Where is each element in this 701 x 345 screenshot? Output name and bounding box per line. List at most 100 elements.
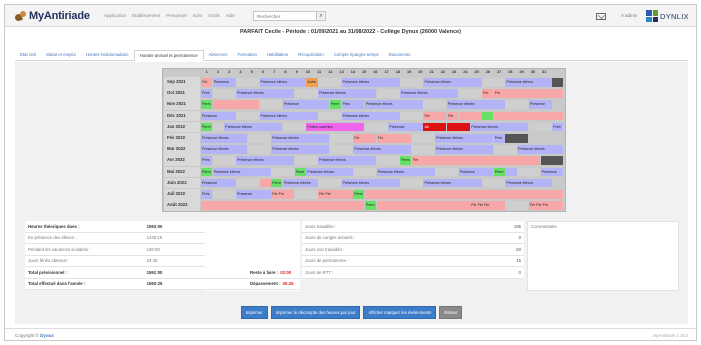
day-cell-weekend[interactable]	[294, 156, 318, 165]
search-input[interactable]: Rechercher	[253, 11, 325, 21]
day-cell-presence[interactable]: Présence	[236, 190, 271, 199]
tab-habilitation[interactable]: Habilitation	[262, 50, 293, 61]
tab-etat-civil[interactable]: Etat civil	[15, 50, 41, 61]
comment-field[interactable]: Commentaire	[527, 221, 679, 291]
afficher-marquer-les-v-nements-button[interactable]: Afficher marquer les événements	[363, 306, 437, 319]
day-cell-weekend[interactable]	[318, 178, 341, 188]
day-cell-presence[interactable]: Présence élèves	[271, 145, 330, 154]
day-cell-presence[interactable]: Présence	[458, 167, 494, 177]
day-cell-presence[interactable]: Présence élèves	[318, 156, 377, 165]
tab-horaire-hebdomadaire[interactable]: Horaire hebdomadaire	[81, 50, 134, 61]
day-cell-ferie[interactable]	[212, 100, 260, 109]
day-cell-weekend[interactable]	[482, 178, 505, 188]
day-cell-permanence[interactable]: Perm	[201, 167, 213, 177]
day-cell-presence[interactable]: Présence élèves	[353, 145, 412, 154]
day-cell-weekend[interactable]	[400, 78, 423, 87]
day-cell-presence[interactable]: Présence élèves	[224, 122, 283, 132]
day-cell-permanence[interactable]: Perm	[201, 100, 213, 109]
day-cell-weekend[interactable]	[482, 78, 505, 87]
day-cell-presence[interactable]: Présence élèves	[423, 78, 482, 87]
nav-item-application[interactable]: Application	[104, 13, 126, 18]
day-cell-weekend[interactable]	[411, 134, 435, 143]
imprimer-button[interactable]: Imprimer	[240, 306, 268, 319]
tab-compte-pargne-temps[interactable]: Compte épargne temps	[329, 50, 384, 61]
day-cell-weekend[interactable]	[247, 145, 271, 154]
day-cell-formation[interactable]: Portes ouvertes	[306, 122, 365, 132]
day-cell-weekend[interactable]	[294, 89, 318, 98]
day-cell-ferie[interactable]: Fér	[493, 89, 505, 98]
day-cell-weekend[interactable]	[259, 100, 283, 109]
day-cell-ferie[interactable]	[423, 156, 541, 165]
tab-r-cup-ration[interactable]: Récupération	[293, 50, 329, 61]
day-cell-weekend[interactable]	[212, 89, 236, 98]
day-cell-presence[interactable]: Prés	[201, 89, 213, 98]
day-cell-permanence[interactable]: Perm	[493, 167, 505, 177]
day-cell-weekend[interactable]	[212, 190, 236, 199]
day-cell-weekend[interactable]	[411, 145, 435, 154]
day-cell-presence[interactable]: Présence élèves	[282, 178, 318, 188]
day-cell-weekend[interactable]	[400, 111, 423, 121]
day-cell-presence[interactable]: Présence élèves	[259, 111, 318, 121]
day-cell-presence[interactable]: Présence	[282, 100, 330, 109]
tab-documents[interactable]: Documents	[384, 50, 416, 61]
day-cell-presence[interactable]: Présence	[212, 78, 236, 87]
day-cell-absence[interactable]: Ab	[423, 122, 447, 132]
company-link[interactable]: Dynux	[40, 333, 54, 338]
day-cell-presence[interactable]: Présence élèves	[376, 167, 435, 177]
day-cell-presence[interactable]: Présence élèves	[236, 156, 295, 165]
tab-statut-et-emploi[interactable]: Statut et emploi	[41, 50, 81, 61]
day-cell-presence[interactable]: Présence élèves	[236, 89, 295, 98]
day-cell-presence[interactable]: Présence élèves	[341, 78, 400, 87]
day-cell-ferie[interactable]	[493, 111, 564, 121]
day-cell-ferie[interactable]: Fér Fér	[271, 190, 295, 199]
tab-horaire-annuel-et-permanence[interactable]: Horaire annuel et permanence	[133, 50, 204, 61]
day-cell-weekend[interactable]	[376, 156, 400, 165]
imprimer-le-d-compte-des-heures-par-jour-button[interactable]: Imprimer le décompte des heures par jour	[270, 306, 361, 319]
day-cell-presence[interactable]: Présence élèves	[341, 111, 400, 121]
day-cell-weekend[interactable]	[423, 100, 447, 109]
day-cell-weekend[interactable]	[247, 134, 271, 143]
day-cell-ferme[interactable]	[505, 134, 529, 143]
day-cell-weekend[interactable]	[458, 89, 482, 98]
day-cell-weekend[interactable]	[212, 156, 236, 165]
day-cell-presence[interactable]: Présence élèves	[470, 122, 529, 132]
day-cell-presence[interactable]: Présence élèves	[212, 167, 271, 177]
day-cell-ferme[interactable]	[552, 78, 564, 87]
day-cell-presence[interactable]: Prés	[552, 122, 564, 132]
app-logo[interactable]: MyAntiriade	[14, 10, 90, 22]
day-cell-weekend[interactable]	[271, 167, 295, 177]
day-cell-absence[interactable]	[446, 122, 470, 132]
day-cell-presence[interactable]: Présence élèves	[423, 178, 482, 188]
day-cell-presence[interactable]: Présence élèves	[400, 89, 459, 98]
day-cell-presence[interactable]: Présence élèves	[364, 100, 423, 109]
day-cell-autre[interactable]: Autre	[306, 78, 318, 87]
day-cell-presence[interactable]: Présence	[201, 178, 236, 188]
day-cell-permanence[interactable]: Perm	[201, 122, 213, 132]
day-cell-ferie[interactable]: Fér	[446, 111, 459, 121]
day-cell-weekend[interactable]	[318, 78, 341, 87]
day-cell-weekend[interactable]	[294, 190, 318, 199]
day-cell-permanence[interactable]	[482, 111, 494, 121]
day-cell-weekend[interactable]	[318, 111, 341, 121]
day-cell-presence[interactable]: Présence	[201, 111, 236, 121]
mail-icon[interactable]	[596, 13, 606, 20]
day-cell-ferie[interactable]: Fér	[411, 156, 423, 165]
nav-item-suivi[interactable]: Suivi	[193, 13, 203, 18]
day-cell-weekend[interactable]	[505, 201, 529, 210]
day-cell-weekend[interactable]	[282, 122, 306, 132]
day-cell-ferie[interactable]: Fér Fér Fér	[470, 201, 505, 210]
day-cell-presence[interactable]: Présence élèves	[505, 78, 552, 87]
day-cell-presence[interactable]: Présence	[540, 167, 564, 177]
nav-item-etablissement[interactable]: Etablissement	[132, 13, 160, 18]
day-cell-ferie[interactable]	[259, 178, 271, 188]
day-cell-presence[interactable]: Prés	[201, 190, 213, 199]
day-cell-presence[interactable]: Présence élèves	[318, 89, 377, 98]
day-cell-presence[interactable]: Présence élèves	[306, 167, 353, 177]
retour-button[interactable]: Retour	[439, 306, 463, 319]
day-cell-ferie[interactable]: Fér	[201, 78, 213, 87]
day-cell-weekend[interactable]	[517, 167, 541, 177]
day-cell-weekend[interactable]	[493, 145, 517, 154]
day-cell-presence[interactable]: Présence élèves	[505, 178, 552, 188]
day-cell-ferie[interactable]: Fér	[423, 111, 447, 121]
day-cell-presence[interactable]: Présence élèves	[271, 134, 330, 143]
